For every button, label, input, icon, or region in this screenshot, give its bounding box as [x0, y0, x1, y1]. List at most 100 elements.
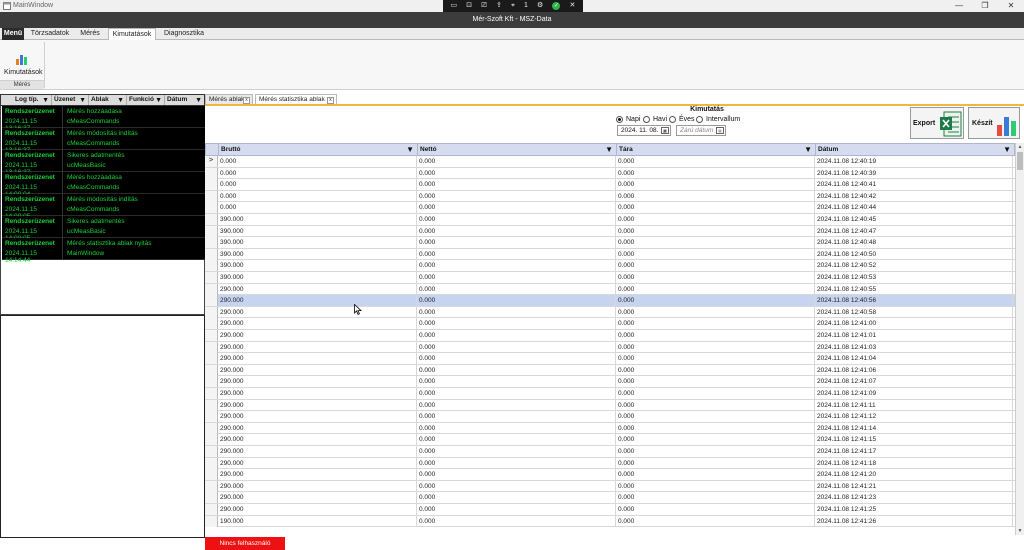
scroll-down-icon[interactable]: ▼: [1016, 527, 1024, 535]
grid-cell-brutto[interactable]: 0.000: [218, 156, 417, 167]
settings-icon[interactable]: ⚙: [537, 0, 543, 12]
grid-cell-tara[interactable]: 0.000: [616, 399, 815, 411]
grid-cell-tara[interactable]: 0.000: [616, 156, 815, 167]
grid-row[interactable]: 290.000 0.000 0.000 2024.11.08 12:41:04: [205, 353, 1015, 365]
grid-cell-brutto[interactable]: 290.000: [218, 469, 417, 481]
start-date-picker[interactable]: 2024. 11. 08. ▦: [617, 125, 671, 136]
grid-cell-tara[interactable]: 0.000: [616, 446, 815, 457]
row-header[interactable]: [205, 469, 218, 481]
grid-cell-netto[interactable]: 0.000: [417, 411, 616, 423]
export-button[interactable]: Export: [910, 107, 964, 139]
grid-cell-tara[interactable]: 0.000: [616, 422, 815, 434]
close-tab-icon[interactable]: x: [243, 97, 250, 104]
grid-cell-brutto[interactable]: 290.000: [218, 411, 417, 423]
grid-row[interactable]: >0.000 0.000 0.000 2024.11.08 12:40:19: [205, 156, 1015, 168]
grid-cell-tara[interactable]: 0.000: [616, 260, 815, 272]
row-header[interactable]: [205, 492, 218, 504]
grid-cell-brutto[interactable]: 190.000: [218, 515, 417, 527]
row-header[interactable]: [205, 504, 218, 515]
grid-cell-tara[interactable]: 0.000: [616, 318, 815, 330]
grid-row[interactable]: 0.000 0.000 0.000 2024.11.08 12:40:41: [205, 179, 1015, 191]
grid-cell-brutto[interactable]: 290.000: [218, 422, 417, 434]
grid-cell-brutto[interactable]: 0.000: [218, 190, 417, 202]
grid-cell-datum[interactable]: 2024.11.08 12:40:56: [815, 295, 1013, 307]
row-header[interactable]: [205, 411, 218, 423]
filter-icon[interactable]: ▼: [117, 96, 124, 106]
grid-cell-tara[interactable]: 0.000: [616, 167, 815, 179]
row-header[interactable]: [205, 306, 218, 318]
filter-icon[interactable]: ▼: [155, 96, 162, 106]
grid-cell-netto[interactable]: 0.000: [417, 446, 616, 457]
grid-cell-netto[interactable]: 0.000: [417, 376, 616, 388]
grid-row[interactable]: 290.000 0.000 0.000 2024.11.08 12:41:14: [205, 422, 1015, 435]
grid-cell-brutto[interactable]: 290.000: [218, 480, 417, 492]
grid-cell-datum[interactable]: 2024.11.08 12:40:50: [815, 248, 1013, 260]
grid-cell-netto[interactable]: 0.000: [417, 179, 616, 191]
menu-tab-menu[interactable]: Menü: [2, 28, 24, 40]
grid-cell-datum[interactable]: 2024.11.08 12:40:39: [815, 167, 1013, 179]
row-header[interactable]: [205, 295, 218, 307]
maximize-button[interactable]: ❐: [972, 0, 998, 12]
grid-cell-brutto[interactable]: 0.000: [218, 167, 417, 179]
log-row[interactable]: Rendszerüzenet2024.11.15 14:00:05Sikeres…: [2, 216, 205, 242]
grid-cell-netto[interactable]: 0.000: [417, 469, 616, 481]
display-number[interactable]: 1: [524, 0, 528, 12]
grid-cell-datum[interactable]: 2024.11.08 12:40:44: [815, 202, 1013, 214]
grid-vertical-scrollbar[interactable]: ▲ ▼: [1015, 143, 1024, 535]
grid-cell-brutto[interactable]: 0.000: [218, 179, 417, 191]
grid-cell-brutto[interactable]: 390.000: [218, 214, 417, 225]
grid-row[interactable]: 290.000 0.000 0.000 2024.11.08 12:41:23: [205, 492, 1015, 504]
grid-cell-tara[interactable]: 0.000: [616, 190, 815, 202]
log-row[interactable]: Rendszerüzenet2024.11.15 14:00:05Mérés m…: [2, 194, 205, 220]
grid-cell-datum[interactable]: 2024.11.08 12:40:45: [815, 214, 1013, 225]
row-header[interactable]: [205, 341, 218, 353]
grid-cell-netto[interactable]: 0.000: [417, 190, 616, 202]
row-header[interactable]: [205, 237, 218, 249]
calendar-icon[interactable]: ▦: [716, 127, 724, 134]
filter-icon[interactable]: ▼: [79, 96, 86, 106]
log-row[interactable]: Rendszerüzenet2024.11.15 13:16:37Sikeres…: [2, 150, 205, 176]
grid-row[interactable]: 390.000 0.000 0.000 2024.11.08 12:40:52: [205, 260, 1015, 272]
log-row[interactable]: Rendszerüzenet2024.11.15 13:16:37Mérés m…: [2, 128, 205, 154]
grid-cell-brutto[interactable]: 290.000: [218, 353, 417, 365]
row-header[interactable]: >: [205, 156, 218, 167]
grid-row[interactable]: 190.000 0.000 0.000 2024.11.08 12:41:26: [205, 515, 1015, 528]
grid-cell-brutto[interactable]: 390.000: [218, 225, 417, 237]
grid-cell-netto[interactable]: 0.000: [417, 399, 616, 411]
grid-row[interactable]: 290.000 0.000 0.000 2024.11.08 12:41:00: [205, 318, 1015, 330]
row-header[interactable]: [205, 434, 218, 446]
radio-dot-icon[interactable]: [643, 116, 650, 123]
grid-row[interactable]: 290.000 0.000 0.000 2024.11.08 12:41:11: [205, 399, 1015, 412]
grid-cell-datum[interactable]: 2024.11.08 12:41:07: [815, 376, 1013, 388]
row-header[interactable]: [205, 179, 218, 191]
grid-cell-datum[interactable]: 2024.11.08 12:41:12: [815, 411, 1013, 423]
grid-cell-tara[interactable]: 0.000: [616, 225, 815, 237]
radio-dot-icon[interactable]: [669, 116, 676, 123]
row-header[interactable]: [205, 364, 218, 376]
grid-row[interactable]: 290.000 0.000 0.000 2024.11.08 12:41:07: [205, 376, 1015, 388]
grid-cell-netto[interactable]: 0.000: [417, 283, 616, 295]
grid-cell-datum[interactable]: 2024.11.08 12:40:41: [815, 179, 1013, 191]
row-header[interactable]: [205, 214, 218, 225]
grid-row[interactable]: 390.000 0.000 0.000 2024.11.08 12:40:53: [205, 272, 1015, 284]
grid-cell-netto[interactable]: 0.000: [417, 248, 616, 260]
menu-tab-meres[interactable]: Mérés: [76, 28, 104, 40]
grid-cell-brutto[interactable]: 290.000: [218, 283, 417, 295]
menu-tab-diagnosztika[interactable]: Diagnosztika: [160, 28, 208, 40]
grid-cell-datum[interactable]: 2024.11.08 12:41:11: [815, 399, 1013, 411]
grid-cell-brutto[interactable]: 290.000: [218, 330, 417, 341]
grid-cell-tara[interactable]: 0.000: [616, 376, 815, 388]
grid-cell-datum[interactable]: 2024.11.08 12:41:06: [815, 364, 1013, 376]
grid-cell-netto[interactable]: 0.000: [417, 167, 616, 179]
row-header[interactable]: [205, 248, 218, 260]
grid-cell-netto[interactable]: 0.000: [417, 295, 616, 307]
grid-cell-tara[interactable]: 0.000: [616, 492, 815, 504]
grid-cell-netto[interactable]: 0.000: [417, 515, 616, 527]
grid-cell-netto[interactable]: 0.000: [417, 434, 616, 446]
grid-row[interactable]: 290.000 0.000 0.000 2024.11.08 12:41:01: [205, 330, 1015, 342]
grid-col-datum[interactable]: Dátum ▼: [816, 144, 1014, 155]
grid-cell-tara[interactable]: 0.000: [616, 179, 815, 191]
grid-cell-datum[interactable]: 2024.11.08 12:40:58: [815, 306, 1013, 318]
grid-cell-netto[interactable]: 0.000: [417, 504, 616, 515]
menu-tab-torzsadatok[interactable]: Törzsadatok: [28, 28, 72, 40]
